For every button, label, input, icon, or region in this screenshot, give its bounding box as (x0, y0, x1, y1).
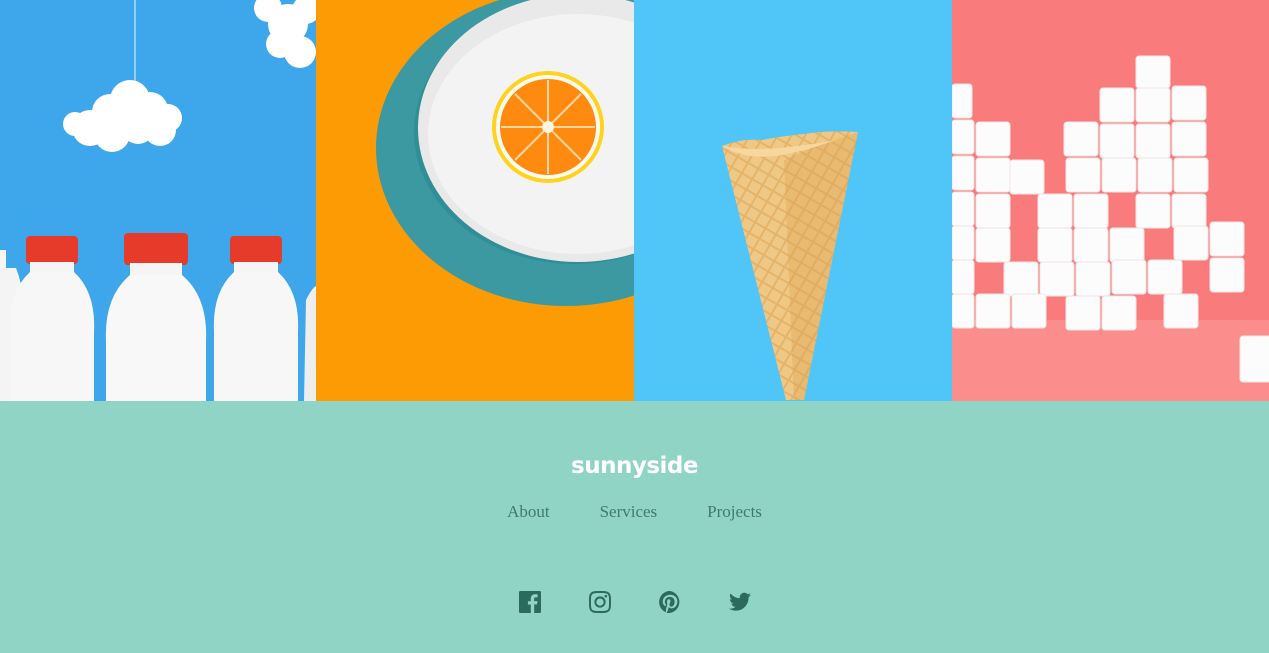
twitter-icon[interactable] (729, 591, 751, 613)
gallery-image-milk-bottles (0, 0, 316, 401)
instagram-icon[interactable] (589, 591, 611, 613)
nav-link-about[interactable]: About (507, 502, 550, 522)
pinterest-icon[interactable] (659, 591, 681, 613)
gallery-image-sugar-cubes (952, 0, 1269, 401)
gallery-image-waffle-cone (634, 0, 952, 401)
site-footer: sunnyside About Services Projects (0, 401, 1269, 653)
nav-link-projects[interactable]: Projects (707, 502, 762, 522)
social-links (0, 591, 1269, 613)
gallery-image-orange-bowl (316, 0, 634, 401)
footer-logo[interactable]: sunnyside (0, 453, 1269, 479)
nav-link-services[interactable]: Services (600, 502, 658, 522)
footer-nav: About Services Projects (0, 502, 1269, 522)
facebook-icon[interactable] (519, 591, 541, 613)
photo-gallery (0, 0, 1269, 401)
